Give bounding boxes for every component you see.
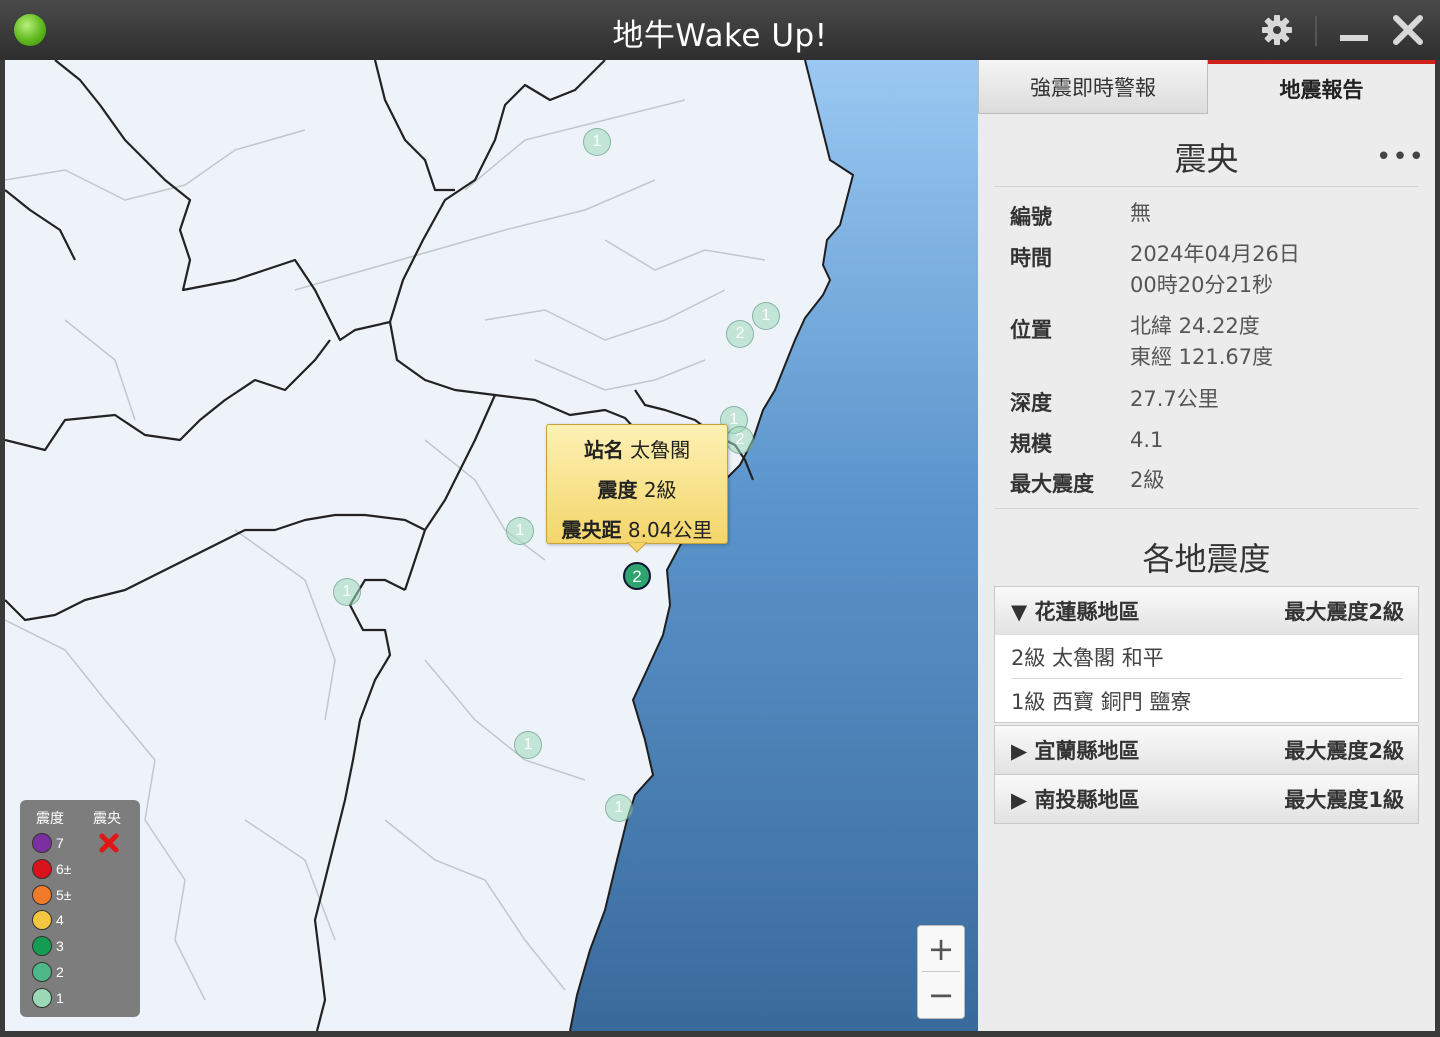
legend-color-swatch xyxy=(32,858,52,879)
tab-realtime-alert[interactable]: 強震即時警報 xyxy=(978,60,1208,114)
legend-item: 4 xyxy=(32,909,64,931)
legend-label: 5± xyxy=(56,886,72,903)
selected-station-intensity: 2 xyxy=(632,567,641,586)
row-label-location: 位置 xyxy=(1010,318,1052,342)
station-marker[interactable]: 2 xyxy=(726,320,754,348)
legend-label: 4 xyxy=(56,912,64,929)
tooltip-pointer xyxy=(627,542,647,553)
tooltip-station-label: 站名 xyxy=(583,438,624,462)
more-options-icon[interactable]: ••• xyxy=(1376,142,1425,172)
legend-item: 3 xyxy=(32,935,64,957)
legend-color-swatch xyxy=(32,962,52,982)
legend-item: 5± xyxy=(32,884,71,906)
row-label-depth: 深度 xyxy=(1010,391,1052,415)
legend-label: 3 xyxy=(56,938,64,955)
legend-item: 1 xyxy=(32,987,64,1009)
tooltip-intensity-value: 2級 xyxy=(643,478,677,502)
region-name: ▼ 花蓮縣地區 xyxy=(1011,600,1140,624)
map-view[interactable]: 121121111 2 站名 太魯閣 震度 2級 震央距 8.04公里 震度 震… xyxy=(5,60,978,1031)
epicenter-section-title: 震央 xyxy=(1174,140,1239,178)
legend-label: 7 xyxy=(56,835,64,851)
title-bar[interactable]: 地牛Wake Up! xyxy=(0,0,1440,60)
legend-color-swatch xyxy=(32,910,52,931)
station-marker[interactable]: 1 xyxy=(506,517,534,545)
row-value-date: 2024年04月26日 xyxy=(1130,242,1300,266)
tooltip-station-name: 太魯閣 xyxy=(630,438,691,462)
tooltip-distance-value: 8.04公里 xyxy=(627,518,713,542)
legend-color-swatch xyxy=(32,884,52,905)
tab-earthquake-report[interactable]: 地震報告 xyxy=(1208,60,1435,114)
epicenter-cross-icon xyxy=(99,833,119,853)
row-label-time: 時間 xyxy=(1010,246,1052,270)
region-max-intensity: 最大震度1級 xyxy=(1284,788,1404,812)
zoom-control: + − xyxy=(917,925,965,1019)
tab-bar: 強震即時警報 地震報告 xyxy=(978,60,1435,116)
legend-epicenter-header: 震央 xyxy=(93,811,121,827)
app-window: 地牛Wake Up! 1 2 1 1 2 1 1 1 1 2 站名 太魯閣 震度… xyxy=(0,0,1440,1037)
report-sidebar: 強震即時警報 地震報告 震央 ••• 編號 無 時間 2024年04月26日 0… xyxy=(978,60,1435,1031)
station-marker[interactable]: 1 xyxy=(752,302,780,330)
station-marker[interactable]: 1 xyxy=(333,578,361,606)
station-marker[interactable]: 2 xyxy=(726,426,754,454)
row-label-magnitude: 規模 xyxy=(1010,432,1052,456)
region-accordion-yilan: ▶ 宜蘭縣地區 最大震度2級 xyxy=(994,725,1419,775)
row-value-magnitude: 4.1 xyxy=(1130,428,1164,452)
region-name: ▶ 宜蘭縣地區 xyxy=(1011,739,1140,763)
region-details-hualien: 2級 太魯閣 和平 1級 西寶 銅門 鹽寮 xyxy=(995,635,1418,722)
row-value-time: 00時20分21秒 xyxy=(1130,273,1274,297)
station-marker[interactable]: 1 xyxy=(605,794,633,822)
zoom-in-button[interactable]: + xyxy=(918,926,964,971)
legend-label: 6± xyxy=(56,860,72,877)
legend-item: 6± xyxy=(32,858,71,880)
region-header-nantou[interactable]: ▶ 南投縣地區 最大震度1級 xyxy=(995,775,1418,823)
row-value-id: 無 xyxy=(1130,201,1151,225)
tooltip-intensity-label: 震度 xyxy=(597,478,638,502)
legend-color-swatch xyxy=(32,936,52,957)
titlebar-divider xyxy=(1315,16,1317,46)
intensity-line: 2級 太魯閣 和平 xyxy=(1011,635,1402,679)
intensity-line: 1級 西寶 銅門 鹽寮 xyxy=(1011,689,1192,714)
intensity-legend: 震度 震央 7 6± 5± 4 3 2 1 xyxy=(20,800,140,1017)
section-divider xyxy=(994,186,1419,187)
map-canvas xyxy=(5,60,978,1031)
legend-item: 2 xyxy=(32,961,64,983)
row-value-max-intensity: 2級 xyxy=(1130,468,1165,492)
regional-section-title: 各地震度 xyxy=(1142,540,1271,578)
region-max-intensity: 最大震度2級 xyxy=(1284,600,1404,624)
region-header-hualien[interactable]: ▼ 花蓮縣地區 最大震度2級 xyxy=(995,587,1418,635)
region-header-yilan[interactable]: ▶ 宜蘭縣地區 最大震度2級 xyxy=(995,726,1418,774)
legend-intensity-header: 震度 xyxy=(36,811,64,827)
station-marker[interactable]: 1 xyxy=(583,128,611,156)
row-value-latitude: 北緯 24.22度 xyxy=(1130,314,1260,338)
row-label-max-intensity: 最大震度 xyxy=(1010,472,1094,496)
legend-color-swatch xyxy=(32,987,52,1008)
tooltip-distance-label: 震央距 xyxy=(561,518,622,542)
section-divider xyxy=(994,508,1419,509)
minimize-icon[interactable] xyxy=(1337,12,1373,48)
window-bottom-border xyxy=(0,1031,1440,1037)
selected-station-marker[interactable]: 2 xyxy=(621,560,653,592)
row-label-id: 編號 xyxy=(1010,205,1052,229)
zoom-out-button[interactable]: − xyxy=(918,972,964,1017)
region-name: ▶ 南投縣地區 xyxy=(1011,788,1140,812)
station-tooltip: 站名 太魯閣 震度 2級 震央距 8.04公里 xyxy=(546,424,728,553)
settings-gear-icon[interactable] xyxy=(1259,12,1295,48)
region-accordion-hualien: ▼ 花蓮縣地區 最大震度2級 2級 太魯閣 和平 1級 西寶 銅門 鹽寮 xyxy=(994,586,1419,723)
legend-color-swatch xyxy=(32,833,52,853)
region-max-intensity: 最大震度2級 xyxy=(1284,739,1404,763)
legend-item: 7 xyxy=(32,832,64,854)
row-value-depth: 27.7公里 xyxy=(1130,387,1219,411)
station-marker[interactable]: 1 xyxy=(514,731,542,759)
legend-label: 1 xyxy=(56,989,64,1006)
region-accordion-nantou: ▶ 南投縣地區 最大震度1級 xyxy=(994,774,1419,824)
close-icon[interactable] xyxy=(1390,12,1426,48)
row-value-longitude: 東經 121.67度 xyxy=(1130,345,1274,369)
window-title: 地牛Wake Up! xyxy=(612,18,828,54)
legend-label: 2 xyxy=(56,964,64,980)
